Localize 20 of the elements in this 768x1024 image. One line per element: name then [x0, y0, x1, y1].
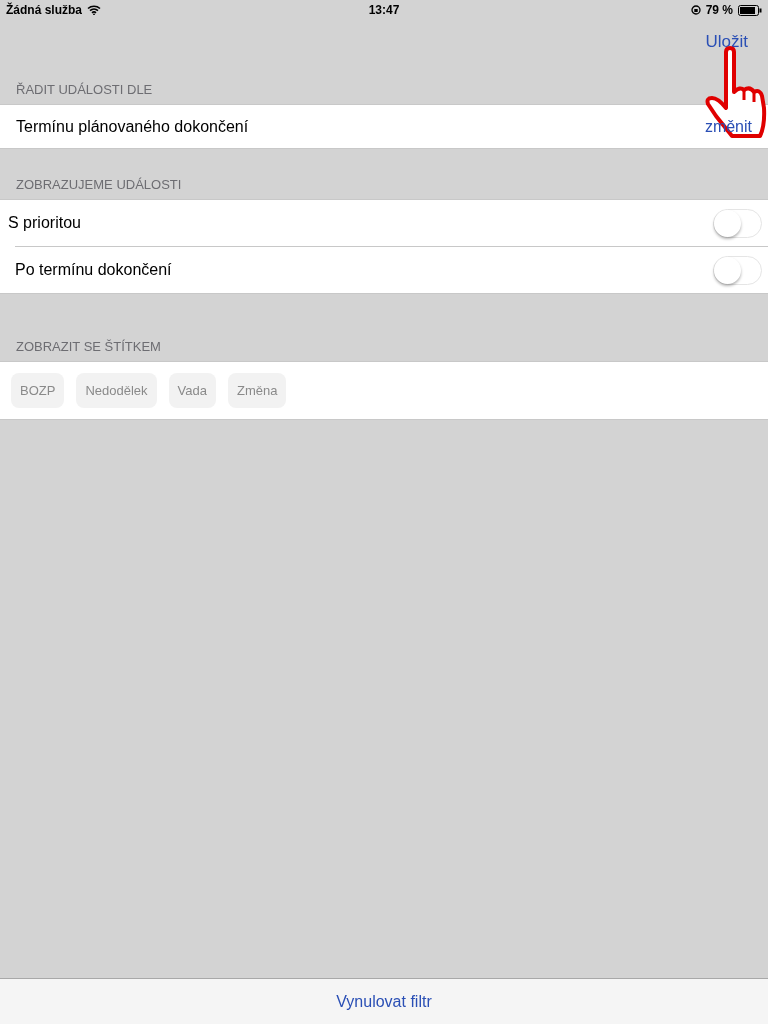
toggle-switch[interactable] [713, 255, 762, 285]
tag-chip[interactable]: Nedodělek [76, 373, 157, 408]
tag-chip[interactable]: Vada [168, 373, 216, 408]
section-header: ZOBRAZIT SE ŠTÍTKEM [15, 338, 162, 356]
save-button[interactable]: Uložit [705, 30, 748, 54]
carrier-text: Žádná služba [6, 3, 82, 17]
clock: 13:47 [368, 3, 400, 17]
wifi-icon [87, 5, 101, 15]
battery-percent: 79 % [705, 3, 733, 17]
rotation-lock-icon [690, 5, 701, 15]
battery-icon [738, 4, 762, 16]
sort-value: Termínu plánovaného dokončení [16, 117, 249, 136]
section-header: ZOBRAZUJEME UDÁLOSTI [15, 176, 183, 194]
reset-filter-button[interactable]: Vynulovat filtr [330, 991, 438, 1012]
section-header: ŘADIT UDÁLOSTI DLE [15, 81, 154, 99]
tag-chip[interactable]: BOZP [11, 373, 65, 408]
toggle-switch[interactable] [713, 208, 762, 238]
tag-chip[interactable]: Změna [227, 373, 287, 408]
filter-label: S prioritou [8, 214, 81, 232]
filter-label: Po termínu dokončení [15, 261, 172, 279]
